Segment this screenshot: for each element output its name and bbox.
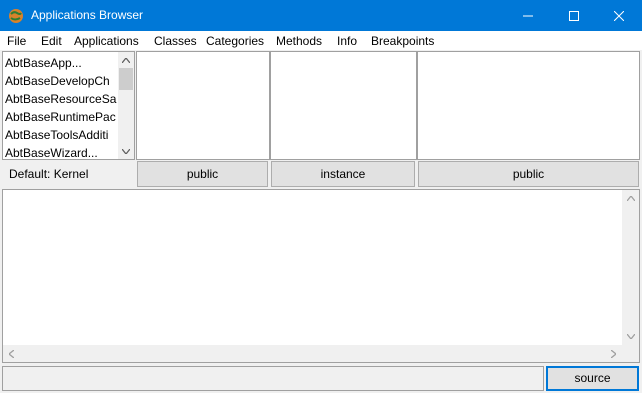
scroll-right-icon[interactable] <box>605 345 622 362</box>
menu-info[interactable]: Info <box>337 34 357 48</box>
scroll-thumb[interactable] <box>119 68 133 90</box>
methods-list[interactable] <box>417 51 640 160</box>
classes-list[interactable] <box>136 51 270 160</box>
class-public-toggle[interactable]: public <box>137 161 268 187</box>
window-title: Applications Browser <box>31 8 144 22</box>
instance-toggle[interactable]: instance <box>271 161 415 187</box>
list-item[interactable]: AbtBaseDevelopCh <box>5 72 119 90</box>
close-icon <box>614 10 624 21</box>
menu-breakpoints[interactable]: Breakpoints <box>371 34 434 48</box>
app-globe-icon <box>8 8 24 24</box>
minimize-button[interactable] <box>505 0 551 31</box>
applications-scrollbar[interactable] <box>118 52 134 159</box>
menu-categories[interactable]: Categories <box>206 34 264 48</box>
list-item[interactable]: AbtBaseToolsAdditi <box>5 126 119 144</box>
applications-list[interactable]: AbtBaseApp... AbtBaseDevelopCh AbtBaseRe… <box>2 51 135 160</box>
close-button[interactable] <box>596 0 642 31</box>
list-item[interactable]: AbtBaseWizard... <box>5 144 119 162</box>
scroll-up-icon[interactable] <box>118 52 134 68</box>
source-editor[interactable] <box>2 189 640 363</box>
scroll-down-icon[interactable] <box>622 328 639 345</box>
editor-vertical-scrollbar[interactable] <box>622 190 639 345</box>
minimize-icon <box>523 15 533 16</box>
scroll-down-icon[interactable] <box>118 143 134 159</box>
scrollbar-corner <box>622 345 639 362</box>
applications-list-items: AbtBaseApp... AbtBaseDevelopCh AbtBaseRe… <box>5 54 119 162</box>
editor-horizontal-scrollbar[interactable] <box>3 345 622 362</box>
categories-list[interactable] <box>270 51 417 160</box>
menu-file[interactable]: File <box>7 34 26 48</box>
source-button[interactable]: source <box>546 366 639 391</box>
method-public-toggle[interactable]: public <box>418 161 639 187</box>
status-field <box>2 366 544 391</box>
title-bar: Applications Browser <box>0 0 642 31</box>
maximize-button[interactable] <box>551 0 597 31</box>
scroll-up-icon[interactable] <box>622 190 639 207</box>
default-kernel-label: Default: Kernel <box>2 161 135 187</box>
menu-classes[interactable]: Classes <box>154 34 197 48</box>
list-item[interactable]: AbtBaseResourceSa <box>5 90 119 108</box>
menu-methods[interactable]: Methods <box>276 34 322 48</box>
menu-bar: File Edit Applications Classes Categorie… <box>0 31 642 51</box>
scroll-left-icon[interactable] <box>3 345 20 362</box>
list-item[interactable]: AbtBaseApp... <box>5 54 119 72</box>
menu-applications[interactable]: Applications <box>74 34 139 48</box>
maximize-icon <box>569 10 579 21</box>
menu-edit[interactable]: Edit <box>41 34 62 48</box>
list-item[interactable]: AbtBaseRuntimePac <box>5 108 119 126</box>
